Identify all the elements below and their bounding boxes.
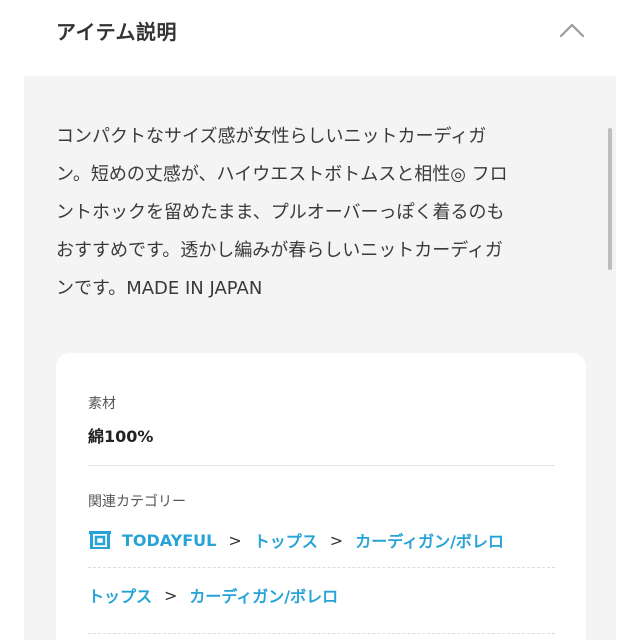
section-title: アイテム説明 (56, 20, 177, 44)
material-label: 素材 (88, 396, 116, 412)
category-breadcrumb-brand: TODAYFUL > トップス > カーディガン/ボレロ (88, 528, 504, 552)
scrollbar[interactable] (608, 128, 612, 270)
breadcrumb-separator: > (228, 530, 242, 550)
collapse-button[interactable] (556, 16, 588, 44)
material-value: 綿100% (88, 427, 154, 446)
breadcrumb-separator: > (329, 530, 344, 550)
breadcrumb-separator: > (164, 585, 178, 605)
category-link-tops[interactable]: トップス (88, 583, 152, 607)
item-description-panel: コンパクトなサイズ感が女性らしいニットカーディガ ン。短めの丈感が、ハイウエスト… (24, 76, 616, 640)
category-link-tops[interactable]: トップス (254, 528, 318, 552)
divider (88, 465, 555, 466)
category-link-cardigan[interactable]: カーディガン/ボレロ (355, 528, 504, 552)
category-breadcrumb: トップス > カーディガン/ボレロ (88, 583, 338, 607)
category-link-cardigan[interactable]: カーディガン/ボレロ (189, 583, 338, 607)
shop-icon (89, 531, 111, 549)
item-details-card: 素材 綿100% 関連カテゴリー TODAYFUL > トップス > カーディガ… (56, 353, 586, 640)
item-description-header[interactable]: アイテム説明 (0, 0, 640, 76)
description-text: コンパクトなサイズ感が女性らしいニットカーディガ ン。短めの丈感が、ハイウエスト… (56, 126, 508, 299)
brand-link[interactable]: TODAYFUL (122, 531, 216, 550)
chevron-up-icon (559, 23, 585, 38)
categories-label: 関連カテゴリー (88, 494, 186, 510)
divider (88, 633, 555, 634)
divider (88, 567, 555, 568)
